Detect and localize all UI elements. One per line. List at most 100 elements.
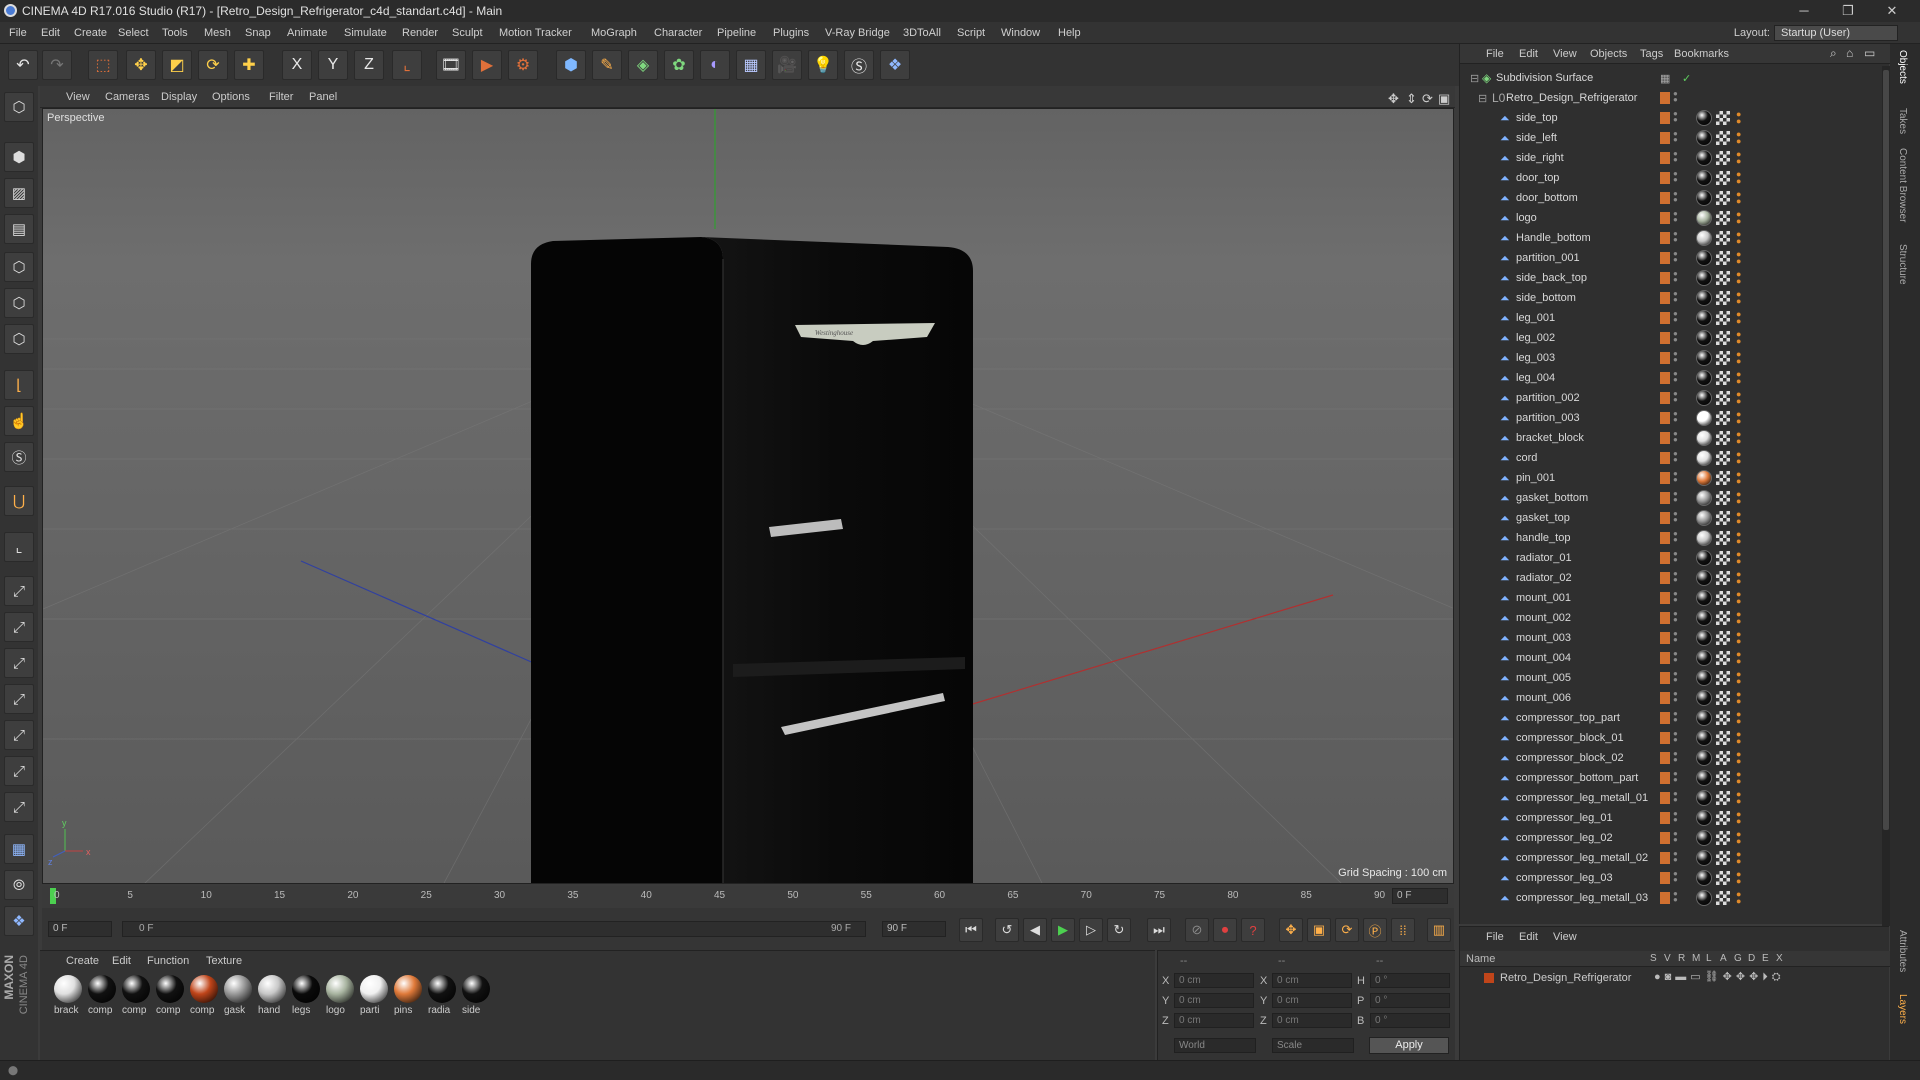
visibility-dots-icon[interactable]: ● ● xyxy=(1673,670,1679,685)
material-tag-icon[interactable] xyxy=(1696,350,1712,366)
phong-tag-icon[interactable]: ● ● xyxy=(1736,890,1746,906)
object-row[interactable]: ⏶ mount_002 ● ● ● ● xyxy=(1460,608,1890,628)
visibility-dots-icon[interactable]: ● ● xyxy=(1673,550,1679,565)
menu-select[interactable]: Select xyxy=(118,27,149,39)
texture-tag-icon[interactable] xyxy=(1716,431,1730,445)
phong-tag-icon[interactable]: ● ● xyxy=(1736,130,1746,146)
polygons-mode-icon[interactable]: ⬡ xyxy=(4,324,34,354)
rotation-b-field[interactable]: 0 ° xyxy=(1370,1013,1450,1028)
material-tag-icon[interactable] xyxy=(1696,650,1712,666)
object-row[interactable]: ⏶ side_right ● ● ● ● xyxy=(1460,148,1890,168)
tweak-mode-icon[interactable]: ☝ xyxy=(4,406,34,436)
phong-tag-icon[interactable]: ● ● xyxy=(1736,350,1746,366)
size-z-field[interactable]: 0 cm xyxy=(1272,1013,1352,1028)
render-settings-icon[interactable]: ⚙ xyxy=(508,50,538,80)
material-tag-icon[interactable] xyxy=(1696,230,1712,246)
material-tag-icon[interactable] xyxy=(1696,850,1712,866)
texture-tag-icon[interactable] xyxy=(1716,671,1730,685)
texture-tag-icon[interactable] xyxy=(1716,451,1730,465)
object-search-icon[interactable]: ⌕ xyxy=(1830,46,1837,61)
model-mode-icon[interactable]: ⬢ xyxy=(4,142,34,172)
rotation-p-field[interactable]: 0 ° xyxy=(1370,993,1450,1008)
material-swatch[interactable]: side xyxy=(462,975,492,1021)
x-axis-icon[interactable]: X xyxy=(282,50,312,80)
display-tag-icon[interactable] xyxy=(1660,852,1670,864)
brush-tool-3-icon[interactable]: ⤢ xyxy=(4,648,34,678)
deformer-icon[interactable]: ◐ xyxy=(700,50,730,80)
display-tag-icon[interactable] xyxy=(1660,712,1670,724)
layer-color-swatch[interactable] xyxy=(1484,973,1494,983)
object-row-root[interactable]: ⊟ ◈ Subdivision Surface ▦ ✓ xyxy=(1460,68,1890,88)
display-tag-icon[interactable] xyxy=(1660,732,1670,744)
object-row[interactable]: ⏶ handle_top ● ● ● ● xyxy=(1460,528,1890,548)
texture-tag-icon[interactable] xyxy=(1716,831,1730,845)
material-swatch[interactable]: hand xyxy=(258,975,288,1021)
go-to-start-icon[interactable]: ⏮ xyxy=(959,918,983,942)
menu-mograph[interactable]: MoGraph xyxy=(591,27,637,39)
tab-layers[interactable]: Layers xyxy=(1897,994,1908,1024)
tab-attributes[interactable]: Attributes xyxy=(1897,930,1908,972)
menu-file[interactable]: File xyxy=(9,27,27,39)
visibility-dots-icon[interactable]: ● ● xyxy=(1673,130,1679,145)
material-swatch[interactable]: radia xyxy=(428,975,458,1021)
visibility-dots-icon[interactable]: ● ● xyxy=(1673,330,1679,345)
display-tag-icon[interactable] xyxy=(1660,172,1670,184)
material-tag-icon[interactable] xyxy=(1696,670,1712,686)
phong-tag-icon[interactable]: ● ● xyxy=(1736,170,1746,186)
phong-tag-icon[interactable]: ● ● xyxy=(1736,710,1746,726)
snap-icon[interactable]: Ⓢ xyxy=(4,442,34,472)
object-row[interactable]: ⏶ logo ● ● ● ● xyxy=(1460,208,1890,228)
display-tag-icon[interactable] xyxy=(1660,552,1670,564)
display-tag-icon[interactable] xyxy=(1660,872,1670,884)
object-row[interactable]: ⏶ leg_002 ● ● ● ● xyxy=(1460,328,1890,348)
texture-tag-icon[interactable] xyxy=(1716,711,1730,725)
display-tag-icon[interactable] xyxy=(1660,612,1670,624)
visibility-dots-icon[interactable]: ● ● xyxy=(1673,730,1679,745)
menu-tools[interactable]: Tools xyxy=(162,27,188,39)
phong-tag-icon[interactable]: ● ● xyxy=(1736,750,1746,766)
layer-menu-file[interactable]: File xyxy=(1486,931,1504,943)
object-menu-file[interactable]: File xyxy=(1486,48,1504,60)
display-tag-icon[interactable] xyxy=(1660,632,1670,644)
next-key-icon[interactable]: ↻ xyxy=(1107,918,1131,942)
texture-tag-icon[interactable] xyxy=(1716,131,1730,145)
texture-tag-icon[interactable] xyxy=(1716,231,1730,245)
texture-tag-icon[interactable] xyxy=(1716,411,1730,425)
texture-tag-icon[interactable] xyxy=(1716,291,1730,305)
position-z-field[interactable]: 0 cm xyxy=(1174,1013,1254,1028)
menu-create[interactable]: Create xyxy=(74,27,107,39)
render-picture-viewer-icon[interactable]: ▶ xyxy=(472,50,502,80)
phong-tag-icon[interactable]: ● ● xyxy=(1736,390,1746,406)
material-menu-texture[interactable]: Texture xyxy=(206,955,242,967)
workplane-mode-icon[interactable]: ▤ xyxy=(4,214,34,244)
z-axis-icon[interactable]: Z xyxy=(354,50,384,80)
visibility-dots-icon[interactable]: ● ● xyxy=(1673,90,1679,105)
object-row[interactable]: ⏶ leg_003 ● ● ● ● xyxy=(1460,348,1890,368)
texture-tag-icon[interactable] xyxy=(1716,571,1730,585)
texture-tag-icon[interactable] xyxy=(1716,251,1730,265)
texture-tag-icon[interactable] xyxy=(1716,771,1730,785)
redo-icon[interactable]: ↷ xyxy=(42,50,72,80)
phong-tag-icon[interactable]: ● ● xyxy=(1736,310,1746,326)
menu-mesh[interactable]: Mesh xyxy=(204,27,231,39)
visibility-dots-icon[interactable]: ● ● xyxy=(1673,690,1679,705)
visibility-dots-icon[interactable]: ● ● xyxy=(1673,350,1679,365)
phong-tag-icon[interactable]: ● ● xyxy=(1736,870,1746,886)
display-tag-icon[interactable] xyxy=(1660,692,1670,704)
texture-tag-icon[interactable] xyxy=(1716,551,1730,565)
phong-tag-icon[interactable]: ● ● xyxy=(1736,590,1746,606)
object-menu-edit[interactable]: Edit xyxy=(1519,48,1538,60)
phong-tag-icon[interactable]: ● ● xyxy=(1736,110,1746,126)
checkered-box-icon[interactable]: ▦ xyxy=(1660,72,1670,85)
viewport-menu-view[interactable]: View xyxy=(66,91,90,103)
viewport-rotate-icon[interactable]: ⟳ xyxy=(1422,91,1433,107)
menu-render[interactable]: Render xyxy=(402,27,438,39)
brush-tool-4-icon[interactable]: ⤢ xyxy=(4,684,34,714)
position-y-field[interactable]: 0 cm xyxy=(1174,993,1254,1008)
menu-pipeline[interactable]: Pipeline xyxy=(717,27,756,39)
material-tag-icon[interactable] xyxy=(1696,270,1712,286)
visibility-dots-icon[interactable]: ● ● xyxy=(1673,770,1679,785)
phong-tag-icon[interactable]: ● ● xyxy=(1736,610,1746,626)
texture-tag-icon[interactable] xyxy=(1716,651,1730,665)
magnet-icon[interactable]: ⋃ xyxy=(4,486,34,516)
